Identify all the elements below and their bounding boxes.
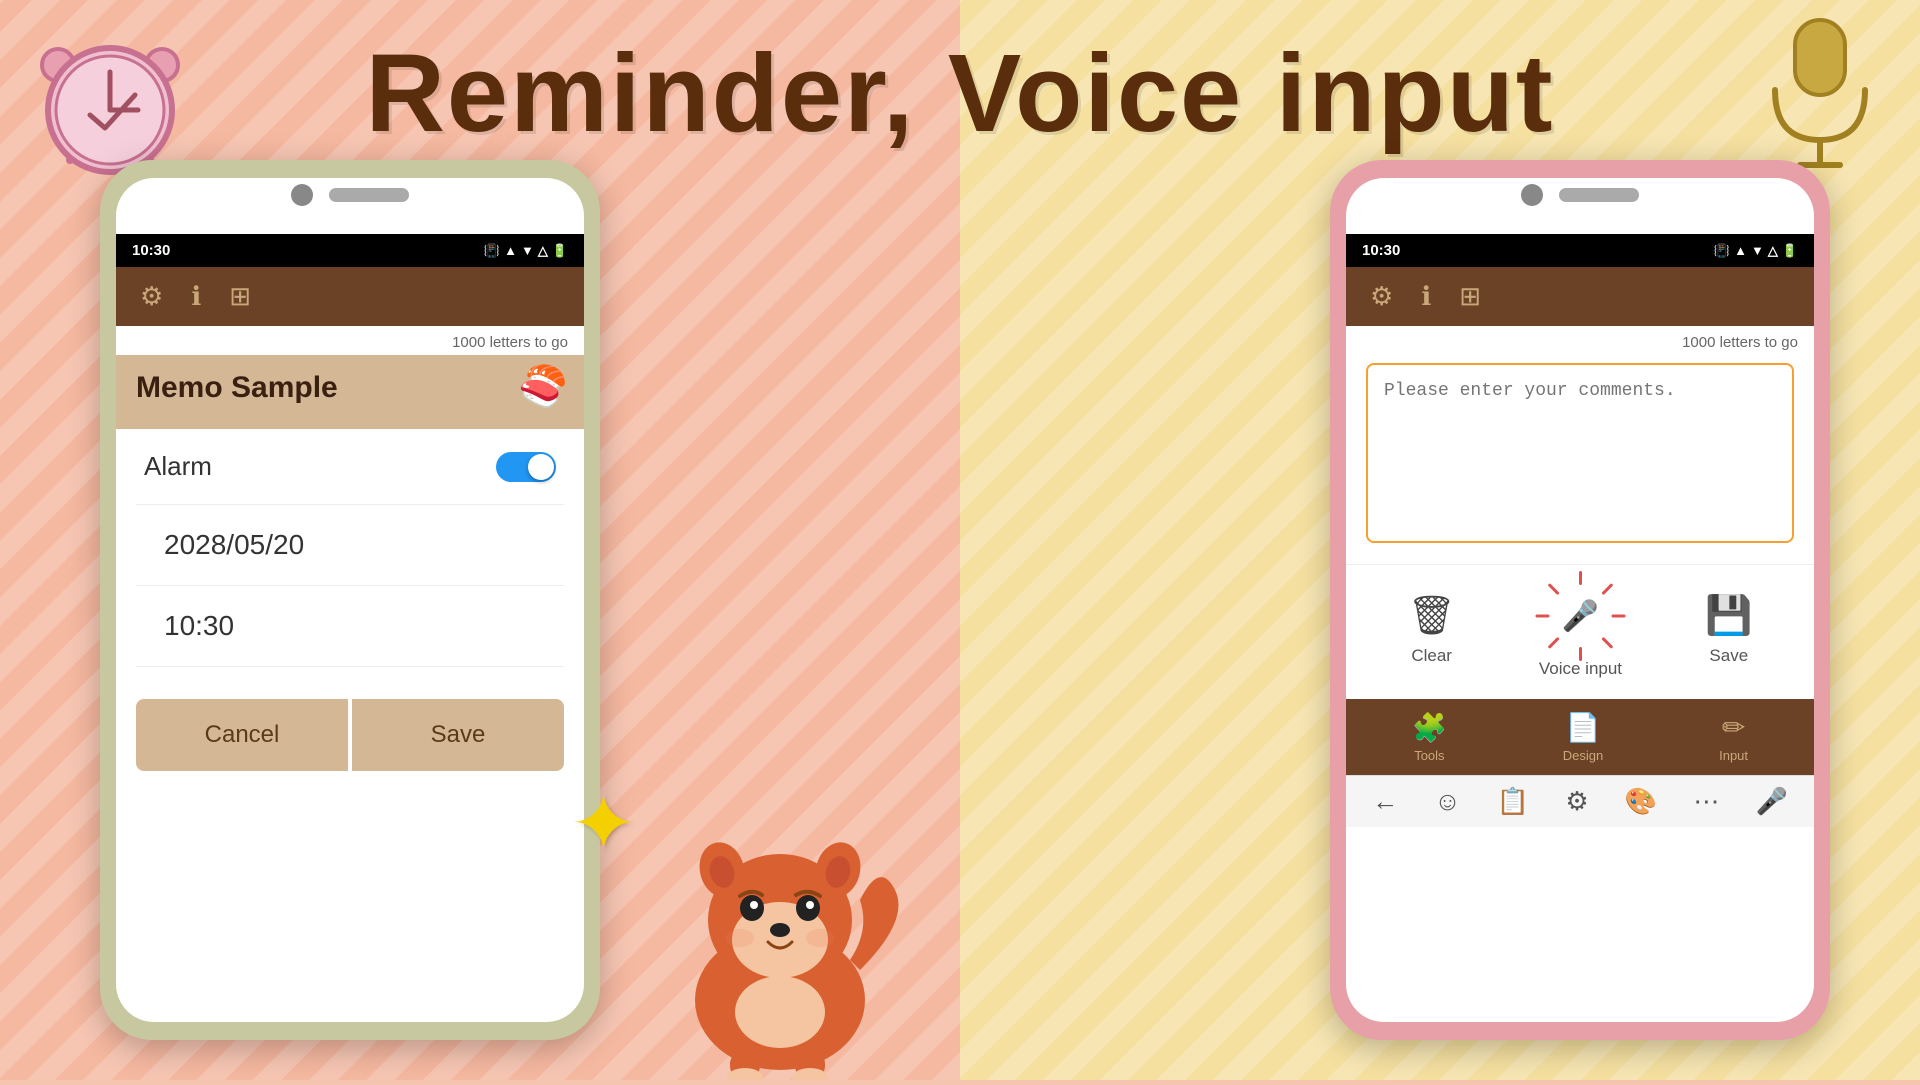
star-sparkle: ✦ <box>570 777 637 870</box>
left-letter-count: 1000 letters to go <box>116 326 584 355</box>
right-puzzle-icon[interactable]: ⊞ <box>1459 281 1481 312</box>
right-save-icon: 💾 <box>1705 594 1752 638</box>
left-app-toolbar: ⚙ ℹ ⊞ <box>116 267 584 326</box>
right-voice-input-button[interactable]: 🎤 Voice input <box>1539 581 1622 679</box>
left-time-row[interactable]: 10:30 <box>136 586 564 667</box>
right-phone-container: 10:30 📳 ▲ ▼ △ 🔋 ⚙ ℹ ⊞ 1000 letter <box>1330 160 1830 1040</box>
page-title: Reminder, Voice input <box>365 30 1554 157</box>
right-phone-camera <box>1521 184 1543 206</box>
radiate-6 <box>1548 637 1560 649</box>
left-gear-icon[interactable]: ⚙ <box>140 281 163 312</box>
left-cancel-button[interactable]: Cancel <box>136 699 348 771</box>
right-network-icon: △ <box>1768 243 1778 259</box>
right-save-button[interactable]: 💾 Save <box>1705 594 1752 666</box>
right-wifi-icon: ▼ <box>1751 243 1764 258</box>
right-input-label: Input <box>1719 748 1748 763</box>
right-tab-design[interactable]: 📄 Design <box>1563 711 1603 763</box>
right-letter-count: 1000 letters to go <box>1346 326 1814 355</box>
right-bottom-tabs: 🧩 Tools 📄 Design ✏ Input <box>1346 699 1814 775</box>
left-status-time: 10:30 <box>132 242 170 259</box>
large-microphone-icon <box>1750 10 1890 170</box>
battery-icon: 🔋 <box>552 243 568 259</box>
radiate-3 <box>1611 615 1625 618</box>
radiate-2 <box>1601 583 1613 595</box>
right-status-icons: 📳 ▲ ▼ △ 🔋 <box>1714 243 1798 259</box>
right-status-bar: 10:30 📳 ▲ ▼ △ 🔋 <box>1346 234 1814 267</box>
left-memo-title: Memo Sample <box>136 371 564 405</box>
left-phone-frame: 10:30 📳 ▲ ▼ △ 🔋 ⚙ ℹ ⊞ 1000 letter <box>100 160 600 1040</box>
right-voice-mic-icon: 🎤 <box>1562 599 1599 634</box>
left-date-value: 2028/05/20 <box>164 529 304 560</box>
right-design-icon: 📄 <box>1566 711 1601 744</box>
left-status-bar: 10:30 📳 ▲ ▼ △ 🔋 <box>116 234 584 267</box>
signal-icon: ▲ <box>504 243 517 258</box>
left-phone-speaker <box>329 188 409 202</box>
left-phone-camera <box>291 184 313 206</box>
left-status-icons: 📳 ▲ ▼ △ 🔋 <box>484 243 568 259</box>
right-mic-radiate: 🎤 <box>1545 581 1615 651</box>
right-phone-screen: 10:30 📳 ▲ ▼ △ 🔋 ⚙ ℹ ⊞ 1000 letter <box>1346 178 1814 1022</box>
left-alarm-section: Alarm 2028/05/20 10:30 <box>116 429 584 667</box>
right-mic-nav-icon[interactable]: 🎤 <box>1756 786 1788 817</box>
right-emoji-icon[interactable]: ☺ <box>1434 786 1461 817</box>
right-vibrate-icon: 📳 <box>1714 243 1730 259</box>
radiate-4 <box>1601 637 1613 649</box>
right-gear-icon[interactable]: ⚙ <box>1370 281 1393 312</box>
right-save-label: Save <box>1709 646 1748 666</box>
right-clear-label: Clear <box>1411 646 1452 666</box>
right-app-toolbar: ⚙ ℹ ⊞ <box>1346 267 1814 326</box>
left-memo-sticker: 🍣 <box>518 363 568 410</box>
right-battery-icon: 🔋 <box>1782 243 1798 259</box>
wifi-icon: ▼ <box>521 243 534 258</box>
vibrate-icon: 📳 <box>484 243 500 259</box>
radiate-8 <box>1548 583 1560 595</box>
right-info-icon[interactable]: ℹ <box>1421 281 1431 312</box>
radiate-7 <box>1535 615 1549 618</box>
right-comment-area <box>1346 355 1814 564</box>
left-save-button[interactable]: Save <box>352 699 564 771</box>
left-alarm-label: Alarm <box>144 451 212 482</box>
right-voice-actions: 🗑 Clear <box>1346 564 1814 699</box>
right-voice-label: Voice input <box>1539 659 1622 679</box>
right-input-icon: ✏ <box>1722 711 1745 744</box>
right-trash-icon: 🗑 <box>1408 594 1456 638</box>
right-tab-tools[interactable]: 🧩 Tools <box>1412 711 1447 763</box>
radiate-5 <box>1579 647 1582 661</box>
right-status-time: 10:30 <box>1362 242 1400 259</box>
right-back-icon[interactable]: ← <box>1372 786 1398 817</box>
right-palette-icon[interactable]: 🎨 <box>1625 786 1657 817</box>
left-info-icon[interactable]: ℹ <box>191 281 201 312</box>
shiba-dog-character <box>640 760 920 1080</box>
radiate-1 <box>1579 571 1582 585</box>
right-design-label: Design <box>1563 748 1603 763</box>
left-alarm-row: Alarm <box>136 429 564 505</box>
right-tools-icon: 🧩 <box>1412 711 1447 744</box>
left-puzzle-icon[interactable]: ⊞ <box>229 281 251 312</box>
right-clipboard-icon[interactable]: 📋 <box>1497 786 1529 817</box>
right-phone-speaker <box>1559 188 1639 202</box>
left-alarm-toggle[interactable] <box>496 452 556 482</box>
left-memo-card: Memo Sample 🍣 <box>116 355 584 429</box>
right-phone-top-bar <box>1521 184 1639 206</box>
right-signal-icon: ▲ <box>1734 243 1747 258</box>
right-comment-textarea[interactable] <box>1366 363 1794 543</box>
left-phone-top-bar <box>291 184 409 206</box>
right-phone-frame: 10:30 📳 ▲ ▼ △ 🔋 ⚙ ℹ ⊞ 1000 letter <box>1330 160 1830 1040</box>
alarm-clock-icon <box>30 20 190 180</box>
right-settings-icon[interactable]: ⚙ <box>1565 786 1588 817</box>
left-phone-screen: 10:30 📳 ▲ ▼ △ 🔋 ⚙ ℹ ⊞ 1000 letter <box>116 178 584 1022</box>
right-tools-label: Tools <box>1414 748 1444 763</box>
right-more-icon[interactable]: ⋯ <box>1693 786 1719 817</box>
left-time-value: 10:30 <box>164 610 234 641</box>
right-tab-input[interactable]: ✏ Input <box>1719 711 1748 763</box>
left-bottom-buttons: Cancel Save <box>116 699 584 791</box>
left-phone-container: 10:30 📳 ▲ ▼ △ 🔋 ⚙ ℹ ⊞ 1000 letter <box>100 160 600 1040</box>
right-clear-button[interactable]: 🗑 Clear <box>1408 594 1456 666</box>
network-icon: △ <box>538 243 548 259</box>
content-wrapper: Reminder, Voice input 10:30 📳 ▲ ▼ △ 🔋 <box>0 0 1920 1080</box>
left-date-row[interactable]: 2028/05/20 <box>136 505 564 586</box>
left-toggle-knob <box>528 454 554 480</box>
right-nav-bar: ← ☺ 📋 ⚙ 🎨 ⋯ 🎤 <box>1346 775 1814 827</box>
